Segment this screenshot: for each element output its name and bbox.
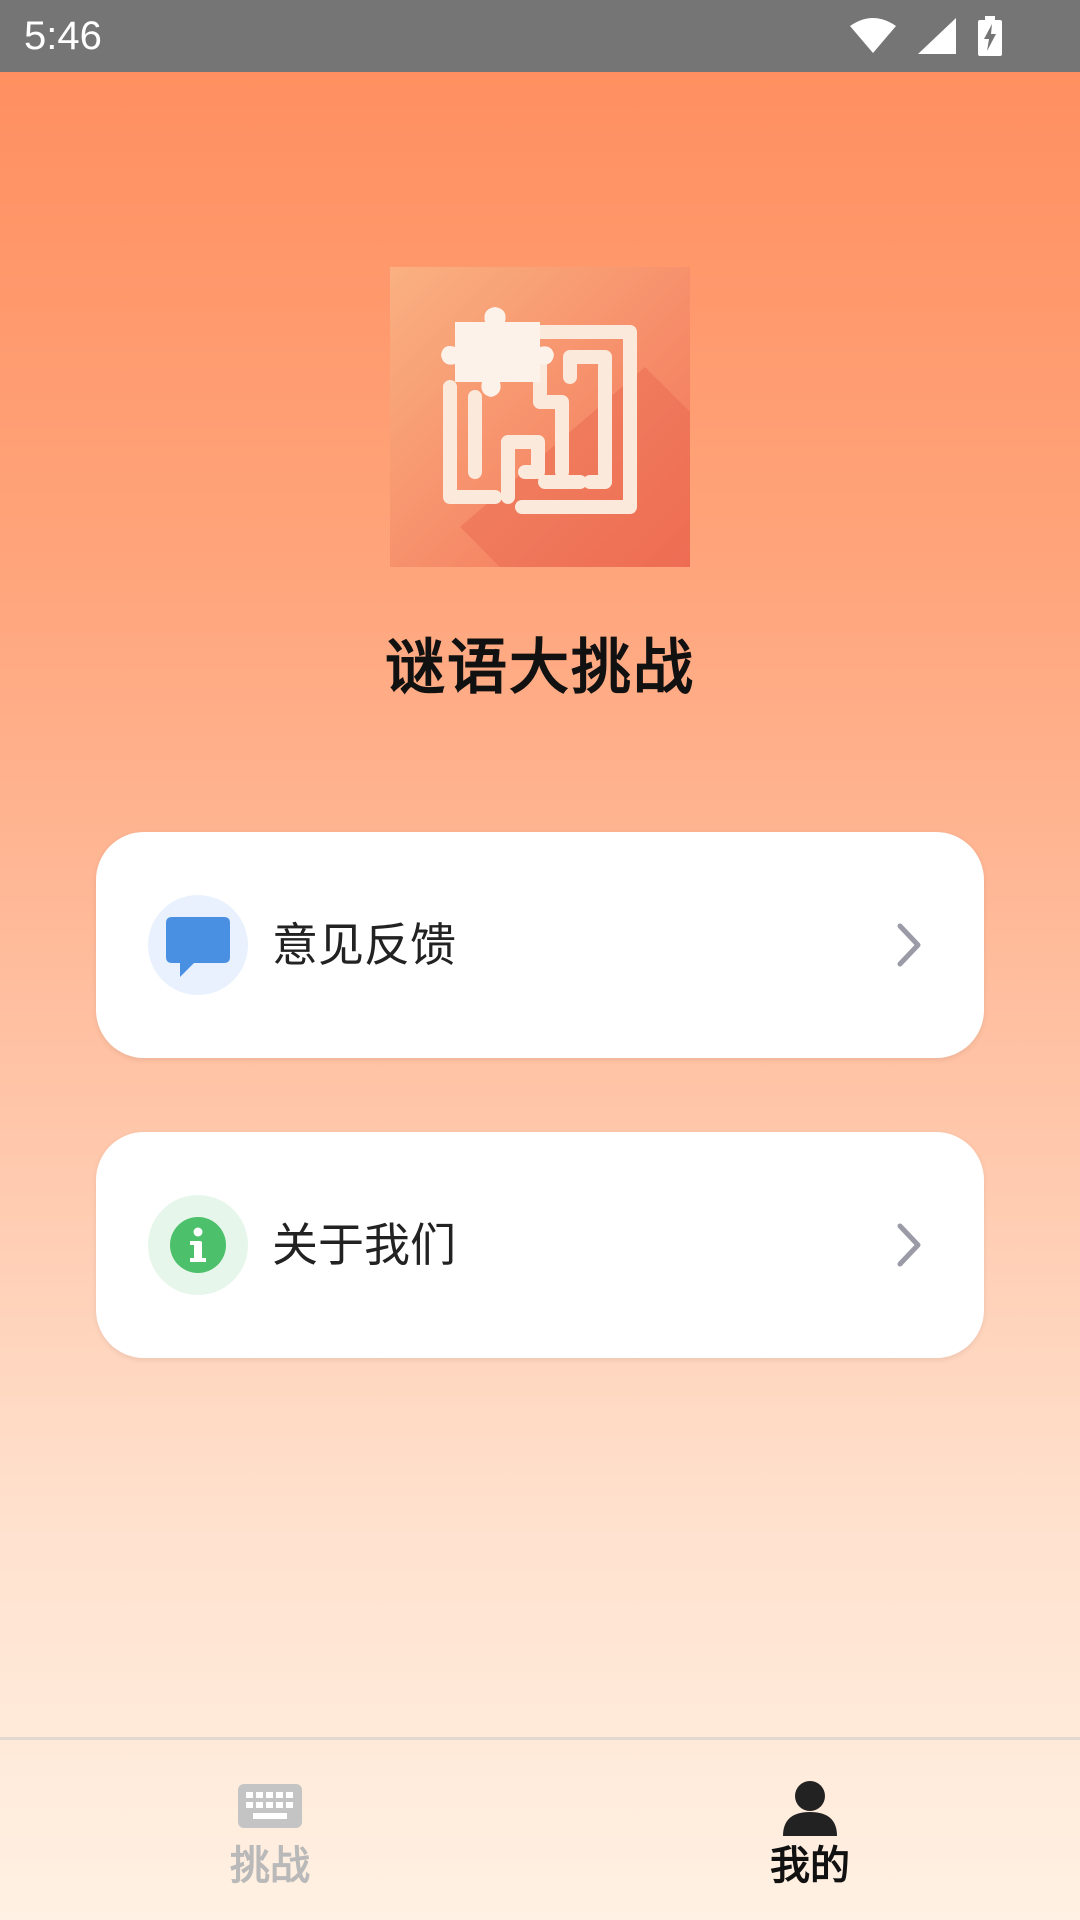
about-icon-circle [148,1195,248,1295]
chevron-right-icon [897,1223,921,1267]
battery-charging-icon [978,16,1002,56]
puzzle-maze-icon [390,267,690,567]
feedback-icon-circle [148,895,248,995]
keyboard-icon [238,1784,302,1828]
about-us-menu-item[interactable]: 关于我们 [96,1132,984,1358]
feedback-menu-item[interactable]: 意见反馈 [96,832,984,1058]
status-time: 5:46 [24,14,102,58]
person-icon [783,1781,837,1836]
app-title: 谜语大挑战 [385,633,695,703]
signal-icon [918,18,956,54]
nav-label-challenge: 挑战 [230,1843,310,1889]
about-us-label: 关于我们 [272,1218,456,1272]
wifi-icon [850,18,896,53]
nav-tab-mine[interactable]: 我的 [540,1740,1080,1920]
nav-label-mine: 我的 [770,1843,850,1889]
bottom-nav: 挑战 我的 [0,1737,1080,1920]
status-bar: 5:46 [0,0,1080,72]
feedback-label: 意见反馈 [272,918,456,972]
my-page-screen: 5:46 谜语大挑战 意见反馈 关于我们 挑战 我的 [0,0,1080,1920]
info-icon [170,1217,226,1273]
chevron-right-icon [897,923,921,967]
chat-bubble-icon [166,917,230,977]
nav-tab-challenge[interactable]: 挑战 [0,1740,540,1920]
status-icons [850,16,1002,56]
